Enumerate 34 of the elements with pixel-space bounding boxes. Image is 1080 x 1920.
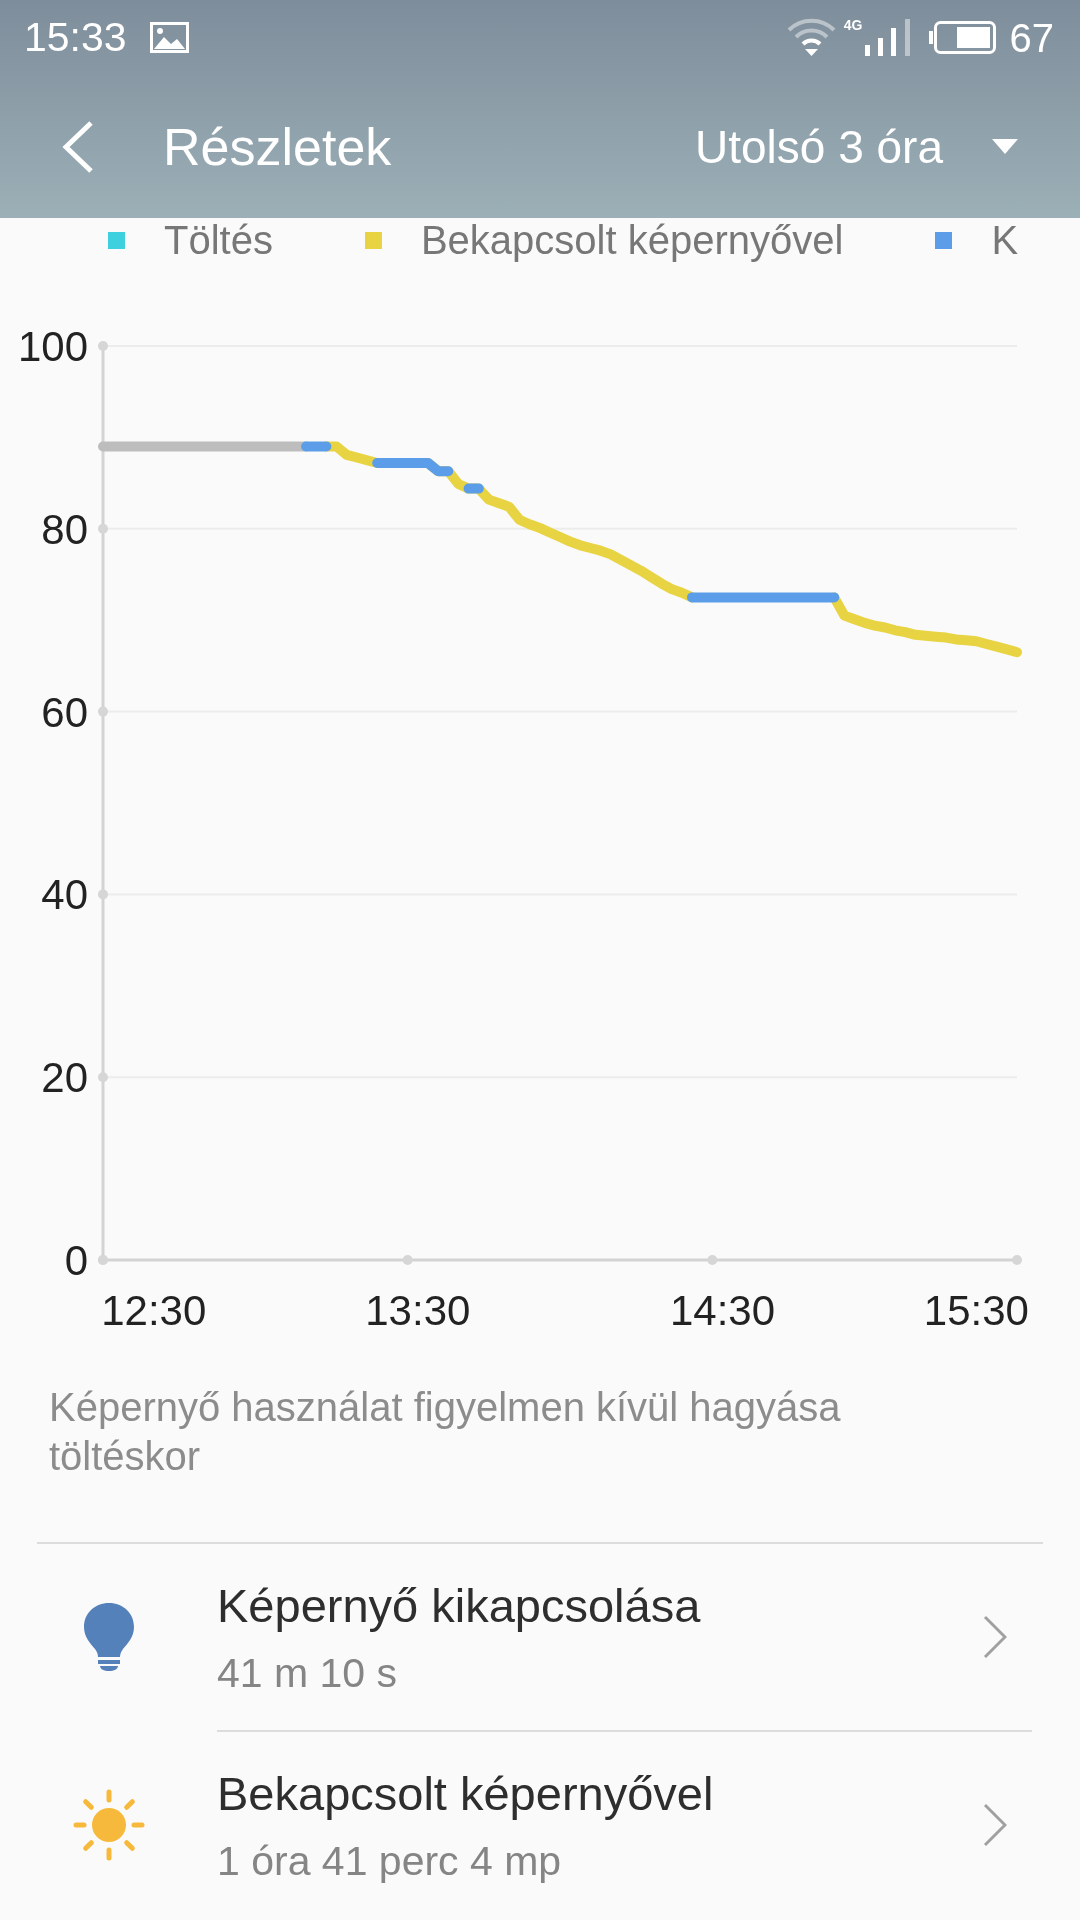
y-tick-label: 0 xyxy=(64,1237,88,1284)
network-type-label: 4G xyxy=(843,18,863,32)
back-icon xyxy=(62,119,94,174)
x-tick-label: 14:30 xyxy=(669,1287,776,1334)
y-tick-label: 100 xyxy=(17,323,88,370)
x-tick-label: 13:30 xyxy=(365,1287,471,1334)
note-text: Képernyő használat figyelmen kívül hagyása töltéskor xyxy=(49,1384,842,1480)
y-tick-label: 80 xyxy=(41,505,88,553)
row-title: Képernyő kikapcsolása xyxy=(217,1577,702,1634)
caret-icon xyxy=(992,139,1018,154)
y-tick-label: 40 xyxy=(41,871,88,919)
battery-percent: 67 xyxy=(1009,17,1054,58)
legend-label: K xyxy=(991,218,1019,262)
chevron-right-icon xyxy=(983,1803,1007,1847)
y-tick-label: 20 xyxy=(41,1054,88,1102)
usage-row[interactable]: Képernyő kikapcsolása 41 m 10 s xyxy=(0,1544,1080,1730)
page-title: Részletek xyxy=(163,120,392,173)
y-tick-label: 60 xyxy=(41,688,88,736)
chevron-right-icon xyxy=(983,1615,1007,1659)
legend-label: Bekapcsolt képernyővel xyxy=(420,218,844,262)
row-value: 41 m 10 s xyxy=(217,1648,399,1697)
status-time: 15:33 xyxy=(24,17,127,58)
usage-row[interactable]: Bekapcsolt képernyővel 1 óra 41 perc 4 mp xyxy=(0,1732,1080,1918)
picture-icon xyxy=(149,22,189,53)
legend-label: Töltés xyxy=(164,218,273,262)
battery-icon xyxy=(928,21,996,54)
row-value: 1 óra 41 perc 4 mp xyxy=(217,1836,563,1885)
x-tick-label: 15:30 xyxy=(923,1287,1029,1334)
lightbulb-icon xyxy=(82,1602,135,1672)
x-tick-label: 12:30 xyxy=(101,1287,207,1334)
row-title: Bekapcsolt képernyővel xyxy=(217,1765,715,1822)
signal-icon xyxy=(864,19,911,56)
wifi-icon xyxy=(786,18,836,57)
sun-icon xyxy=(72,1789,145,1861)
